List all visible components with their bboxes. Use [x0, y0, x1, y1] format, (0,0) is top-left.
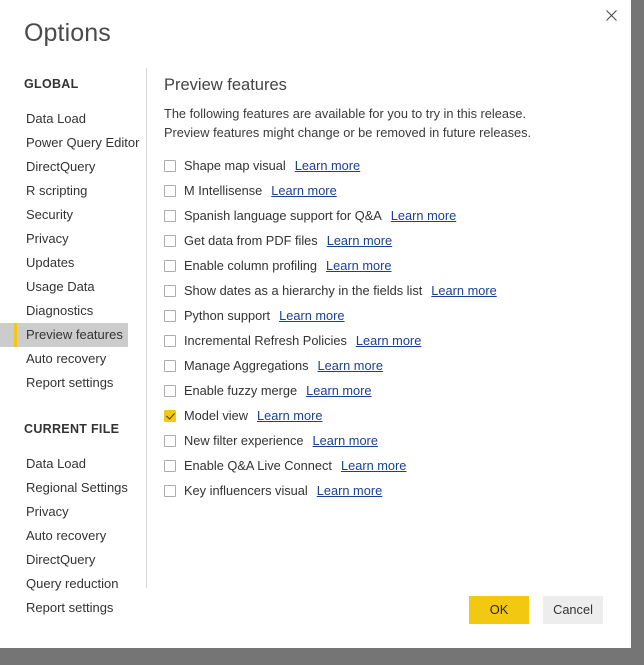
sidebar-item-data-load[interactable]: Data Load	[0, 107, 146, 131]
checkbox-get-data-from-pdf-files[interactable]	[164, 234, 176, 247]
checkbox-incremental-refresh-policies[interactable]	[164, 334, 176, 347]
feature-row: M Intellisense Learn more	[164, 178, 604, 203]
feature-label: Enable Q&A Live Connect	[184, 458, 332, 473]
feature-label: Incremental Refresh Policies	[184, 333, 347, 348]
feature-label: Manage Aggregations	[184, 358, 309, 373]
sidebar-item-updates[interactable]: Updates	[0, 251, 146, 275]
sidebar-item-directquery[interactable]: DirectQuery	[0, 155, 146, 179]
sidebar-item-security[interactable]: Security	[0, 203, 146, 227]
feature-label: Python support	[184, 308, 271, 323]
learn-more-link[interactable]: Learn more	[271, 182, 336, 199]
learn-more-link[interactable]: Learn more	[431, 282, 496, 299]
learn-more-link[interactable]: Learn more	[257, 407, 322, 424]
learn-more-link[interactable]: Learn more	[306, 382, 371, 399]
sidebar-item-diagnostics[interactable]: Diagnostics	[0, 299, 146, 323]
sidebar-item-privacy[interactable]: Privacy	[0, 500, 146, 524]
feature-row: Manage Aggregations Learn more	[164, 353, 604, 378]
sidebar-item-regional-settings[interactable]: Regional Settings	[0, 476, 146, 500]
sidebar-item-query-reduction[interactable]: Query reduction	[0, 572, 146, 596]
feature-row: Spanish language support for Q&A Learn mo…	[164, 203, 604, 228]
checkbox-new-filter-experience[interactable]	[164, 434, 176, 447]
feature-row: New filter experience Learn more	[164, 428, 604, 453]
sidebar-item-r-scripting[interactable]: R scripting	[0, 179, 146, 203]
feature-label: Enable column profiling	[184, 258, 318, 273]
sidebar-item-power-query-editor[interactable]: Power Query Editor	[0, 131, 146, 155]
checkbox-key-influencers-visual[interactable]	[164, 484, 176, 497]
checkbox-manage-aggregations[interactable]	[164, 359, 176, 372]
page-title: Options	[24, 19, 111, 47]
feature-row: Get data from PDF files Learn more	[164, 228, 604, 253]
learn-more-link[interactable]: Learn more	[341, 457, 406, 474]
learn-more-link[interactable]: Learn more	[313, 432, 378, 449]
checkbox-enable-q-a-live-connect[interactable]	[164, 459, 176, 472]
sidebar-item-directquery[interactable]: DirectQuery	[0, 548, 146, 572]
feature-label: Shape map visual	[184, 158, 286, 173]
feature-row: Enable fuzzy merge Learn more	[164, 378, 604, 403]
feature-row: Incremental Refresh Policies Learn more	[164, 328, 604, 353]
content-heading: Preview features	[164, 76, 287, 94]
content-panel: Preview features The following features …	[164, 74, 604, 503]
sidebar-group-title: CURRENT FILE	[24, 422, 120, 436]
sidebar-item-auto-recovery[interactable]: Auto recovery	[0, 347, 146, 371]
feature-row: Shape map visual Learn more	[164, 153, 604, 178]
feature-label: Model view	[184, 408, 249, 423]
learn-more-link[interactable]: Learn more	[327, 232, 392, 249]
dialog-footer: OK Cancel	[0, 596, 631, 624]
sidebar-group-title: GLOBAL	[24, 77, 79, 91]
feature-row: Python support Learn more	[164, 303, 604, 328]
preview-features-list: Shape map visual Learn more M Intellisense…	[164, 153, 604, 503]
close-icon[interactable]	[591, 0, 631, 30]
learn-more-link[interactable]: Learn more	[318, 357, 383, 374]
sidebar-group-spacer	[0, 395, 146, 419]
feature-label: Show dates as a hierarchy in the fields …	[184, 283, 423, 298]
options-dialog: Options GLOBAL Data Load Power Query Edito…	[0, 0, 631, 648]
learn-more-link[interactable]: Learn more	[391, 207, 456, 224]
content-description: The following features are available for…	[164, 106, 532, 140]
learn-more-link[interactable]: Learn more	[295, 157, 360, 174]
checkbox-python-support[interactable]	[164, 309, 176, 322]
sidebar: GLOBAL Data Load Power Query Editor DirectQ…	[0, 74, 146, 620]
learn-more-link[interactable]: Learn more	[356, 332, 421, 349]
checkbox-model-view[interactable]	[164, 409, 176, 422]
sidebar-item-report-settings[interactable]: Report settings	[0, 371, 146, 395]
ok-button[interactable]: OK	[469, 596, 529, 624]
sidebar-divider	[146, 68, 147, 588]
checkbox-spanish-language-support-for-q-a[interactable]	[164, 209, 176, 222]
checkbox-m-intellisense[interactable]	[164, 184, 176, 197]
learn-more-link[interactable]: Learn more	[317, 482, 382, 499]
feature-row: Enable column profiling Learn more	[164, 253, 604, 278]
feature-row: Model view Learn more	[164, 403, 604, 428]
feature-label: Key influencers visual	[184, 483, 308, 498]
close-glyph	[605, 9, 617, 21]
sidebar-item-privacy[interactable]: Privacy	[0, 227, 146, 251]
feature-label: M Intellisense	[184, 183, 263, 198]
feature-row: Key influencers visual Learn more	[164, 478, 604, 503]
sidebar-item-auto-recovery[interactable]: Auto recovery	[0, 524, 146, 548]
learn-more-link[interactable]: Learn more	[326, 257, 391, 274]
feature-label: Enable fuzzy merge	[184, 383, 298, 398]
sidebar-item-preview-features[interactable]: Preview features	[0, 323, 128, 347]
checkbox-show-dates-as-a-hierarchy-in-the-fields-list[interactable]	[164, 284, 176, 297]
learn-more-link[interactable]: Learn more	[279, 307, 344, 324]
feature-row: Show dates as a hierarchy in the fields …	[164, 278, 604, 303]
cancel-button[interactable]: Cancel	[543, 596, 603, 624]
feature-label: Spanish language support for Q&A	[184, 208, 382, 223]
checkbox-shape-map-visual[interactable]	[164, 159, 176, 172]
feature-row: Enable Q&A Live Connect Learn more	[164, 453, 604, 478]
feature-label: New filter experience	[184, 433, 304, 448]
sidebar-item-data-load[interactable]: Data Load	[0, 452, 146, 476]
checkbox-enable-fuzzy-merge[interactable]	[164, 384, 176, 397]
checkbox-enable-column-profiling[interactable]	[164, 259, 176, 272]
sidebar-item-usage-data[interactable]: Usage Data	[0, 275, 146, 299]
feature-label: Get data from PDF files	[184, 233, 318, 248]
